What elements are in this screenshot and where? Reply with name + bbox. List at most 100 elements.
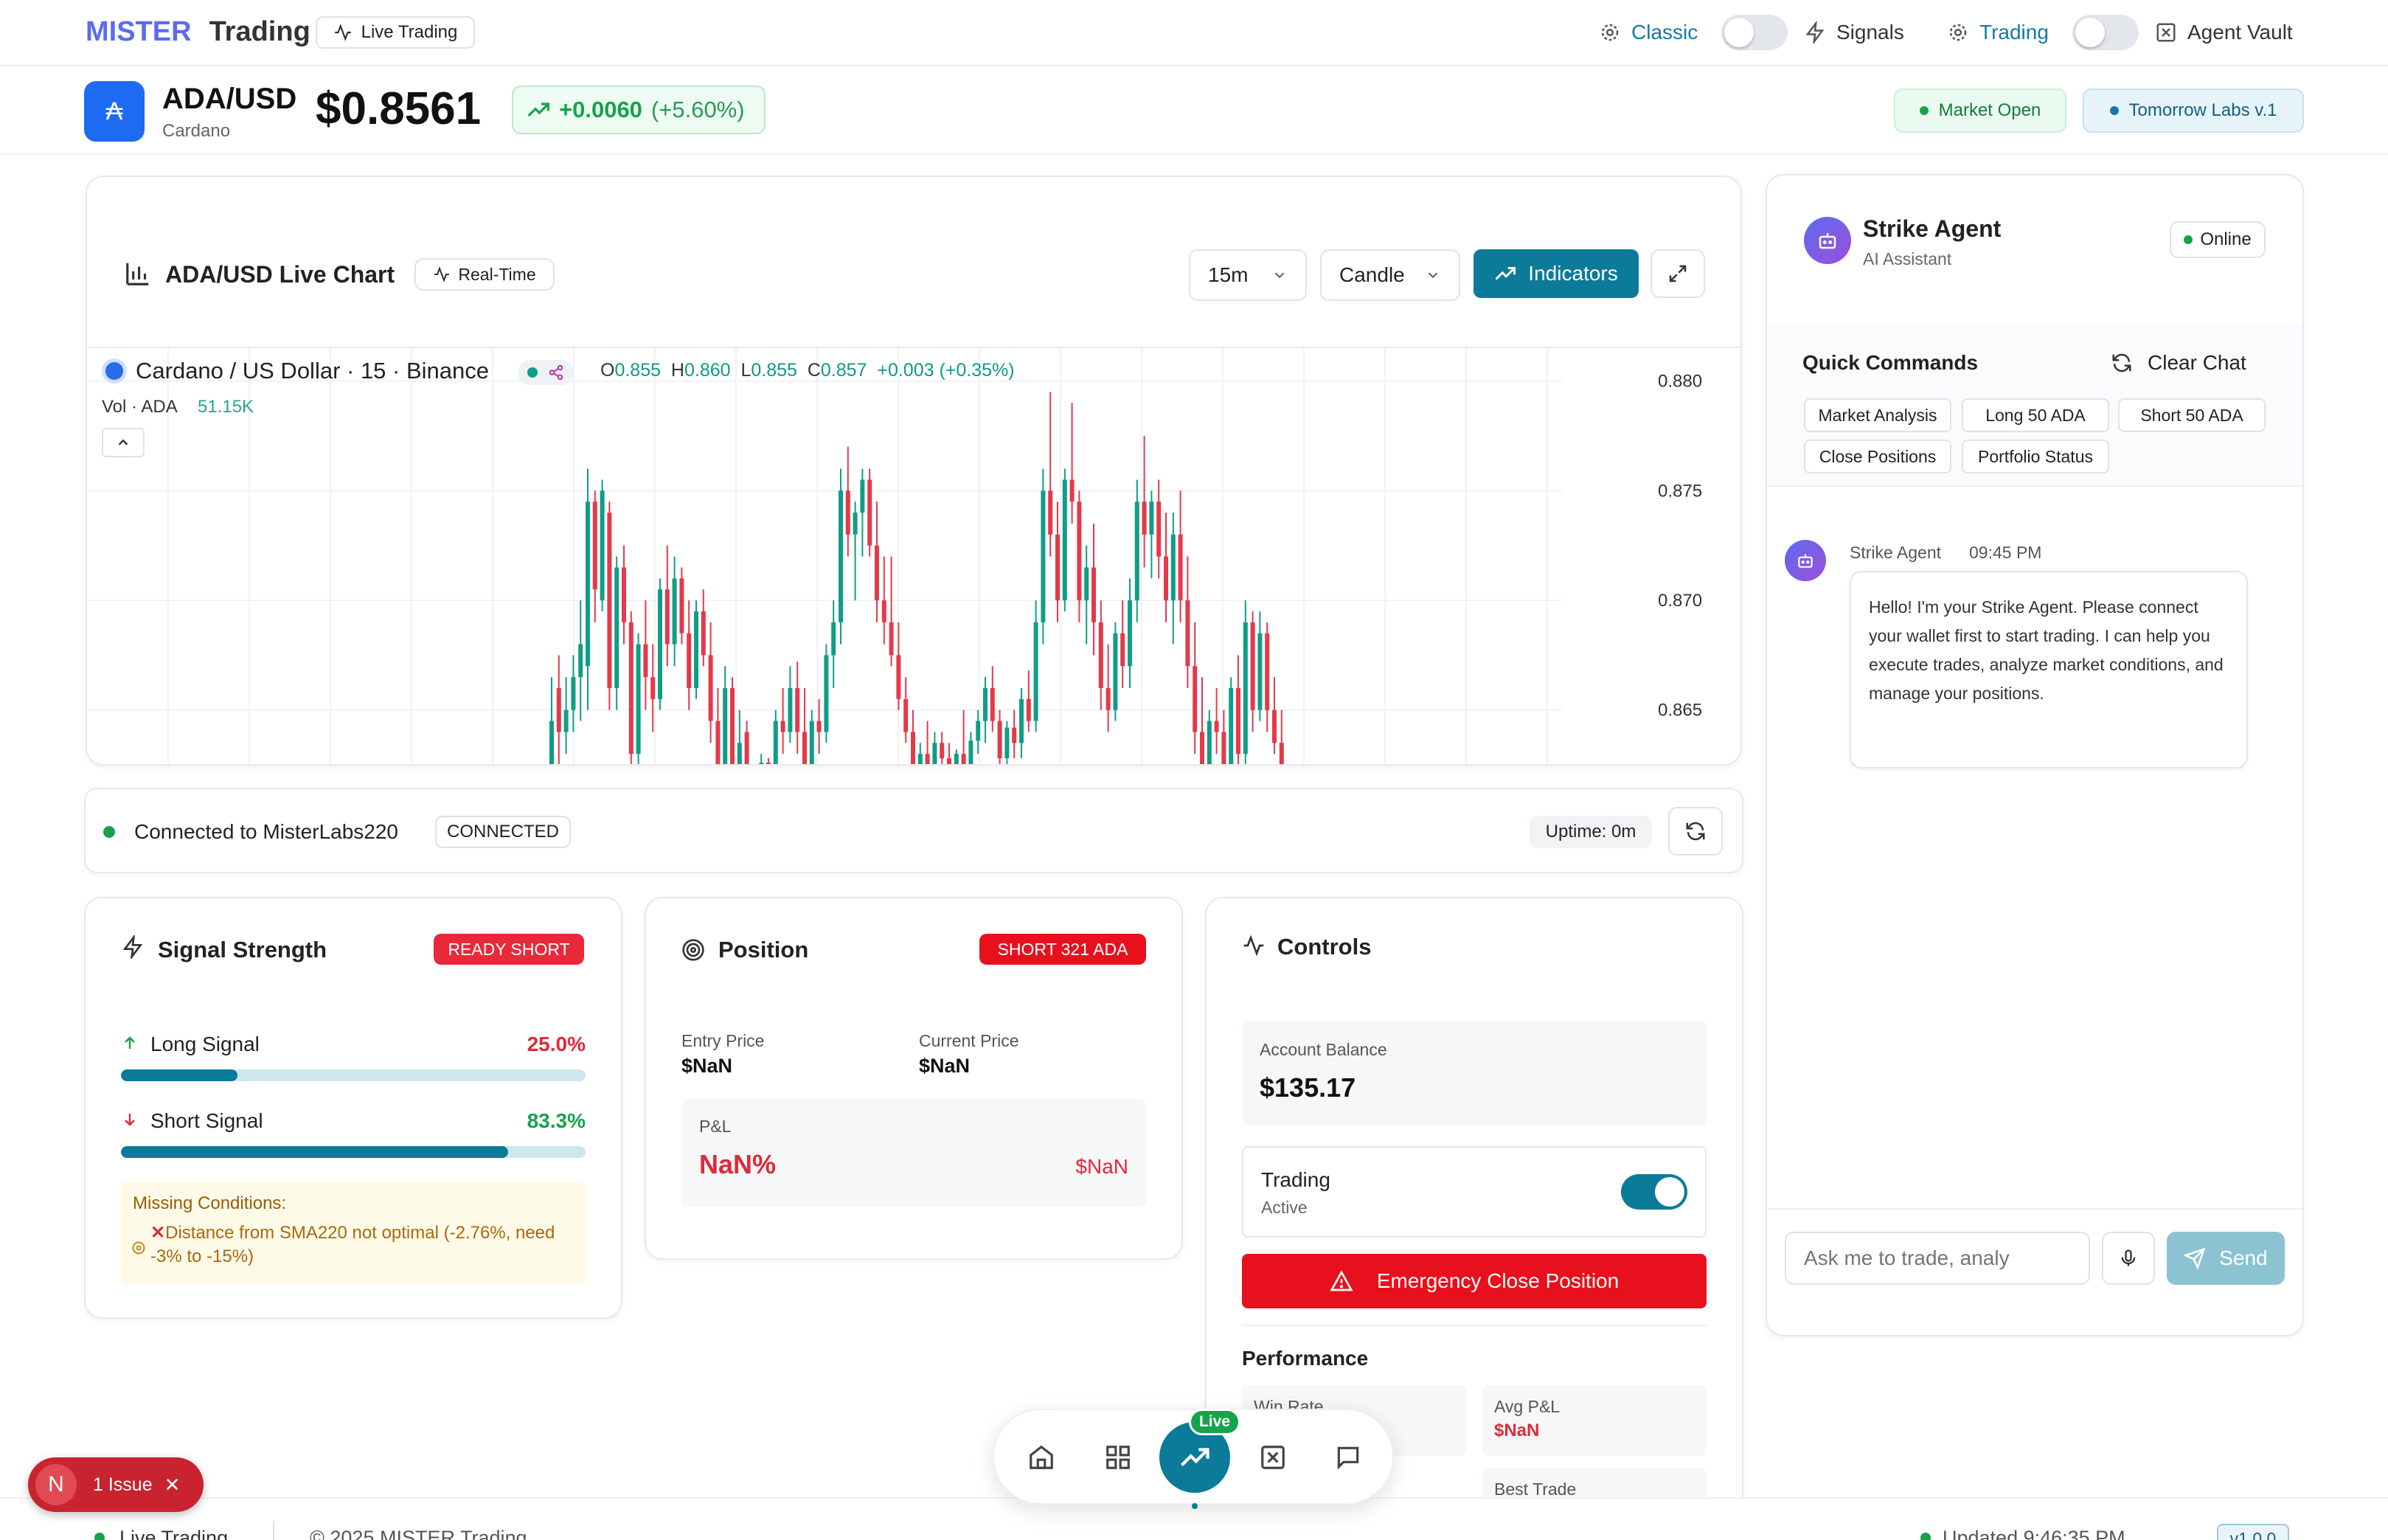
candle-body: [1185, 600, 1190, 667]
candle-body: [976, 721, 981, 741]
candle-body: [1243, 622, 1248, 755]
agent-chat-input[interactable]: [1785, 1232, 2090, 1285]
cmd-close-positions[interactable]: Close Positions: [1804, 440, 1951, 474]
footer-version: v1.0.0: [2217, 1524, 2289, 1540]
mic-button[interactable]: [2102, 1232, 2155, 1285]
footer-separator: [273, 1521, 274, 1540]
expand-button[interactable]: [1651, 249, 1705, 298]
cmd-short-50-ada[interactable]: Short 50 ADA: [2118, 398, 2266, 432]
nav-dashboard[interactable]: [1091, 1431, 1145, 1484]
candle-body: [600, 490, 605, 600]
candle-body: [679, 578, 684, 634]
strike-agent-panel: Strike Agent AI Assistant Online Quick C…: [1766, 174, 2304, 1336]
send-button[interactable]: Send: [2167, 1232, 2285, 1285]
candle-body: [1026, 698, 1031, 721]
nav-chat[interactable]: [1322, 1431, 1375, 1484]
candle-body: [723, 687, 728, 764]
message-time: 09:45 PM: [1969, 543, 2042, 562]
indicators-button[interactable]: Indicators: [1474, 249, 1639, 298]
emergency-close-button[interactable]: Emergency Close Position: [1242, 1254, 1707, 1308]
activity-icon: [334, 24, 351, 41]
online-badge: Online: [2170, 221, 2266, 258]
brand-mister: MISTER: [86, 16, 192, 47]
ticker-name: Cardano: [162, 121, 231, 141]
short-signal-fill: [121, 1146, 508, 1158]
cmd-market-analysis[interactable]: Market Analysis: [1804, 398, 1951, 432]
nav-agent-vault[interactable]: Agent Vault: [2155, 15, 2293, 50]
candle-body: [701, 611, 706, 656]
ohlc-legend: O0.855 H0.860 L0.855 C0.857 +0.003 (+0.3…: [600, 360, 1015, 381]
ticker-pair: ADA/USD: [162, 83, 297, 115]
gear-icon: [1601, 24, 1619, 41]
candle-body: [1214, 721, 1219, 732]
candle-body: [614, 567, 619, 688]
candle-body: [1236, 687, 1240, 755]
candle-body: [860, 479, 865, 513]
nav-vault[interactable]: [1246, 1431, 1299, 1484]
candle-body: [658, 589, 662, 699]
candle-body: [968, 740, 973, 764]
trading-switch[interactable]: [1621, 1174, 1687, 1210]
y-tick-label: 0.875: [1658, 481, 1702, 501]
nav-home[interactable]: [1015, 1431, 1068, 1484]
collapse-button[interactable]: [102, 428, 145, 457]
candle-body: [1004, 727, 1010, 759]
trading-toggle-box: Trading Active: [1242, 1146, 1707, 1238]
cmd-long-50-ada[interactable]: Long 50 ADA: [1962, 398, 2109, 432]
quick-commands-title: Quick Commands: [1802, 351, 1979, 374]
candle-body: [628, 622, 634, 755]
message-bubble: Hello! I'm your Strike Agent. Please con…: [1850, 571, 2248, 769]
nav-signals[interactable]: Signals: [1804, 15, 1904, 50]
refresh-button[interactable]: [1668, 807, 1723, 856]
candle-body: [730, 687, 735, 764]
microphone-icon: [2121, 1249, 2136, 1266]
short-signal-bar: [121, 1146, 586, 1158]
candle-body: [1257, 633, 1263, 710]
realtime-badge: Real-Time: [414, 258, 555, 291]
candlestick-chart[interactable]: 0.880 0.875 0.870 0.865: [87, 348, 1742, 766]
interval-select[interactable]: 15m: [1189, 249, 1307, 301]
candle-body: [556, 687, 561, 732]
candle-body: [1106, 687, 1111, 710]
cmd-portfolio-status[interactable]: Portfolio Status: [1962, 440, 2109, 474]
chart-title: ADA/USD Live Chart: [165, 261, 395, 288]
candle-body: [1012, 727, 1017, 743]
candle-body: [917, 754, 923, 764]
chart-type-select[interactable]: Candle: [1320, 249, 1460, 301]
ticker-divider: [0, 153, 2388, 155]
signal-strength-card: Signal Strength READY SHORT Long Signal …: [84, 897, 622, 1319]
ada-logo: ₳: [84, 81, 145, 142]
message-sender: Strike Agent: [1850, 543, 1942, 562]
gear-icon: [1949, 24, 1967, 41]
bot-icon: [1819, 233, 1836, 249]
current-price-label: Current Price: [919, 1031, 1019, 1050]
refresh-icon: [2112, 353, 2131, 372]
brand-logo[interactable]: MISTER Trading: [86, 16, 310, 48]
candle-body: [925, 754, 930, 764]
candle-body: [687, 633, 692, 688]
candle-body: [636, 644, 641, 755]
connected-dot: [103, 826, 115, 838]
bar-chart-icon: [126, 263, 149, 285]
arrow-down-icon: [125, 1114, 135, 1126]
candle-body: [1019, 698, 1024, 743]
close-icon[interactable]: ✕: [164, 1474, 181, 1496]
candle-body: [715, 721, 721, 764]
brand-trading: Trading: [209, 16, 310, 47]
position-card: Position SHORT 321 ADA Entry Price $NaN …: [645, 897, 1183, 1260]
nav-classic[interactable]: Classic: [1599, 15, 1698, 50]
nav-trading[interactable]: Trading: [1947, 15, 2049, 50]
y-tick-label: 0.880: [1658, 372, 1702, 392]
trading-toggle[interactable]: [2072, 15, 2139, 50]
candle-body: [816, 721, 822, 732]
trending-up-icon: [1495, 267, 1516, 280]
position-badge: SHORT 321 ADA: [979, 934, 1146, 965]
clear-chat-button[interactable]: Clear Chat: [2111, 347, 2246, 379]
candle-body: [766, 763, 771, 764]
classic-toggle[interactable]: [1721, 15, 1788, 50]
price-change-badge: +0.0060 (+5.60%): [512, 86, 766, 134]
signal-title: Signal Strength: [158, 937, 327, 962]
issue-badge[interactable]: N 1 Issue ✕: [28, 1457, 204, 1512]
performance-divider: [1242, 1325, 1707, 1326]
version-badge: Tomorrow Labs v.1: [2083, 89, 2304, 133]
